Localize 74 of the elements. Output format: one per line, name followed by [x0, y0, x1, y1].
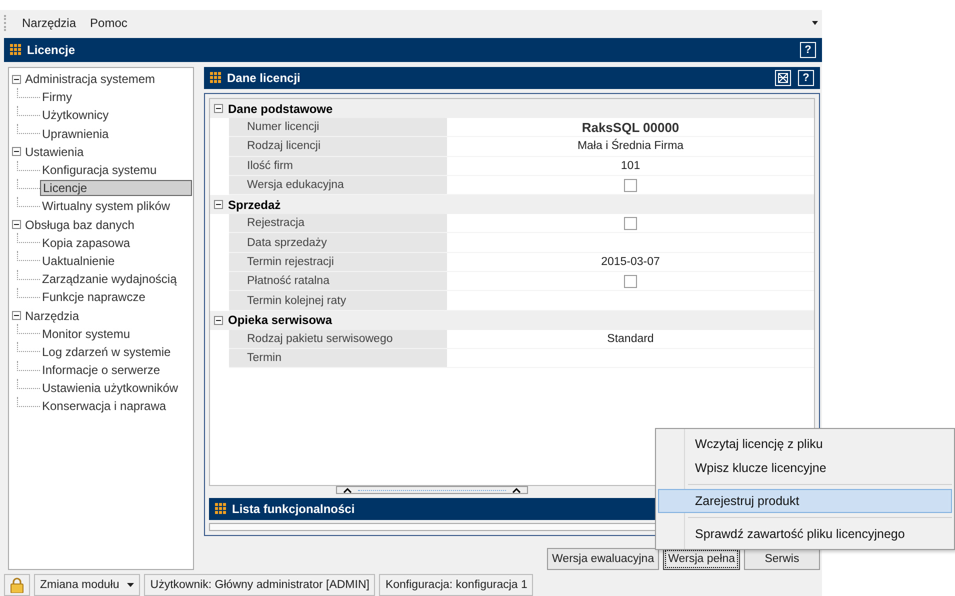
tree-item[interactable]: Obsługa baz danych [23, 218, 136, 232]
tree-item[interactable]: Uprawnienia [40, 126, 111, 141]
property-label: Płatność ratalna [229, 272, 447, 290]
property-label: Rodzaj licencji [229, 137, 447, 156]
tree-item[interactable]: Monitor systemu [40, 326, 132, 341]
menu-item[interactable]: Wpisz klucze licencyjne [658, 456, 952, 480]
tree-item[interactable]: Narzędzia [23, 308, 82, 323]
tree-item[interactable]: Kopia zapasowa [40, 236, 132, 250]
collapse-icon[interactable] [12, 74, 21, 84]
menu-item[interactable]: Wczytaj licencję z pliku [658, 432, 952, 456]
panel-title: Dane licencji [227, 71, 300, 85]
checkbox[interactable] [624, 216, 637, 230]
grid-icon [10, 44, 22, 56]
menu-item[interactable]: Sprawdź zawartość pliku licencyjnego [658, 522, 952, 546]
section-title: Dane podstawowe [228, 102, 333, 116]
collapse-icon[interactable] [12, 311, 21, 320]
property-label: Termin [229, 348, 447, 368]
collapse-icon[interactable] [214, 104, 223, 113]
property-value: Mała i Średnia Firma [577, 140, 684, 152]
property-value: RaksSQL 00000 [582, 120, 680, 135]
section-title: Sprzedaż [228, 198, 281, 212]
tree-item[interactable]: Zarządzanie wydajnością [40, 272, 179, 286]
property-label: Numer licencji [229, 118, 447, 136]
property-label: Rodzaj pakietu serwisowego [229, 330, 447, 348]
menu-item[interactable]: Zarejestruj produkt [658, 489, 952, 513]
collapse-icon[interactable] [214, 200, 223, 210]
checkbox[interactable] [624, 178, 637, 192]
tree-item[interactable]: Firmy [40, 90, 74, 104]
menu-item[interactable]: Pomoc [90, 16, 128, 30]
checkbox[interactable] [624, 274, 637, 288]
property-label: Wersja edukacyjna [229, 176, 447, 194]
tree-item[interactable]: Konfiguracja systemu [40, 163, 159, 178]
dropdown-icon[interactable] [812, 21, 818, 25]
section-title: Opieka serwisowa [228, 313, 332, 328]
tree-item[interactable]: Uaktualnienie [40, 254, 117, 268]
status-text: Konfiguracja: konfiguracja 1 [379, 574, 534, 596]
help-button[interactable]: ? [798, 70, 814, 86]
tree-item[interactable]: Informacje o serwerze [40, 363, 162, 378]
help-button[interactable]: ? [800, 42, 816, 58]
tree-item[interactable]: Ustawienia użytkowników [40, 381, 180, 396]
tree-item[interactable]: Licencje [40, 180, 192, 196]
menu-item[interactable]: Narzędzia [22, 16, 76, 30]
window-title: Licencje [27, 43, 76, 57]
tree-item[interactable]: Konserwacja i naprawa [40, 399, 168, 414]
property-label: Data sprzedaży [229, 233, 447, 252]
collapse-icon[interactable] [214, 316, 223, 325]
status-text: Użytkownik: Główny administrator [ADMIN] [144, 574, 376, 596]
tree-item[interactable]: Administracja systemem [23, 72, 158, 86]
module-dropdown[interactable]: Zmiana modułu [34, 574, 140, 596]
tree-item[interactable]: Wirtualny system plików [40, 199, 172, 214]
action-button[interactable]: Serwis [744, 548, 820, 570]
property-value: Standard [607, 332, 654, 345]
property-label: Ilość firm [229, 156, 447, 175]
action-button[interactable]: Wersja pełna [663, 548, 740, 570]
lock-icon[interactable] [10, 577, 24, 593]
property-label: Termin kolejnej raty [229, 291, 447, 310]
property-label: Rejestracja [229, 214, 447, 232]
grid-view-icon[interactable] [775, 70, 791, 86]
panel-title: Lista funkcjonalności [232, 502, 355, 516]
grid-icon [215, 503, 227, 515]
collapse-icon[interactable] [12, 220, 21, 230]
status-cell[interactable] [4, 574, 30, 596]
tree-item[interactable]: Funkcje naprawcze [40, 290, 148, 304]
grid-icon [210, 72, 222, 84]
tree-item[interactable]: Log zdarzeń w systemie [40, 344, 173, 359]
property-value: 101 [620, 160, 640, 172]
property-label: Termin rejestracji [229, 252, 447, 272]
property-value: 2015-03-07 [601, 256, 660, 268]
splitter-handle[interactable] [336, 486, 528, 494]
action-button[interactable]: Wersja ewaluacyjna [547, 548, 660, 570]
dropdown-icon[interactable] [127, 583, 134, 587]
tree-item[interactable]: Ustawienia [23, 144, 86, 159]
collapse-icon[interactable] [12, 147, 21, 156]
tree-item[interactable]: Użytkownicy [40, 108, 111, 122]
